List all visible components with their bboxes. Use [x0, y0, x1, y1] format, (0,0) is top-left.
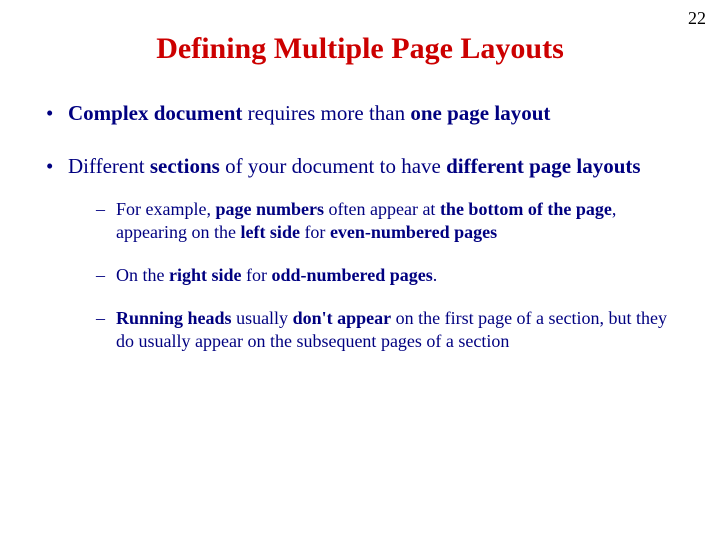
text-bold: different page layouts: [446, 154, 640, 178]
bullet-item: Complex document requires more than one …: [40, 100, 680, 127]
sub-bullet-item: Running heads usually don't appear on th…: [68, 307, 680, 353]
text-bold: page numbers: [215, 199, 324, 219]
sub-bullet-item: For example, page numbers often appear a…: [68, 198, 680, 244]
text-bold: even-numbered pages: [330, 222, 497, 242]
slide: 22 Defining Multiple Page Layouts Comple…: [0, 0, 720, 540]
text: Different: [68, 154, 150, 178]
text: for: [300, 222, 330, 242]
sub-bullet-list: For example, page numbers often appear a…: [68, 198, 680, 353]
text-bold: Complex document: [68, 101, 242, 125]
page-number: 22: [688, 8, 706, 29]
text-bold: don't appear: [293, 308, 392, 328]
text-bold: Running heads: [116, 308, 232, 328]
text: .: [433, 265, 438, 285]
text-bold: sections: [150, 154, 220, 178]
text: usually: [232, 308, 293, 328]
text: requires more than: [242, 101, 410, 125]
bullet-list: Complex document requires more than one …: [40, 100, 680, 353]
text-bold: the bottom of the page: [440, 199, 612, 219]
text-bold: right side: [169, 265, 242, 285]
sub-bullet-item: On the right side for odd-numbered pages…: [68, 264, 680, 287]
text: of your document to have: [220, 154, 446, 178]
text: On the: [116, 265, 169, 285]
slide-title: Defining Multiple Page Layouts: [40, 32, 680, 66]
text: often appear at: [324, 199, 440, 219]
text: For example,: [116, 199, 215, 219]
text-bold: one page layout: [410, 101, 550, 125]
bullet-item: Different sections of your document to h…: [40, 153, 680, 353]
text-bold: odd-numbered pages: [272, 265, 433, 285]
text-bold: left side: [240, 222, 299, 242]
text: for: [242, 265, 272, 285]
